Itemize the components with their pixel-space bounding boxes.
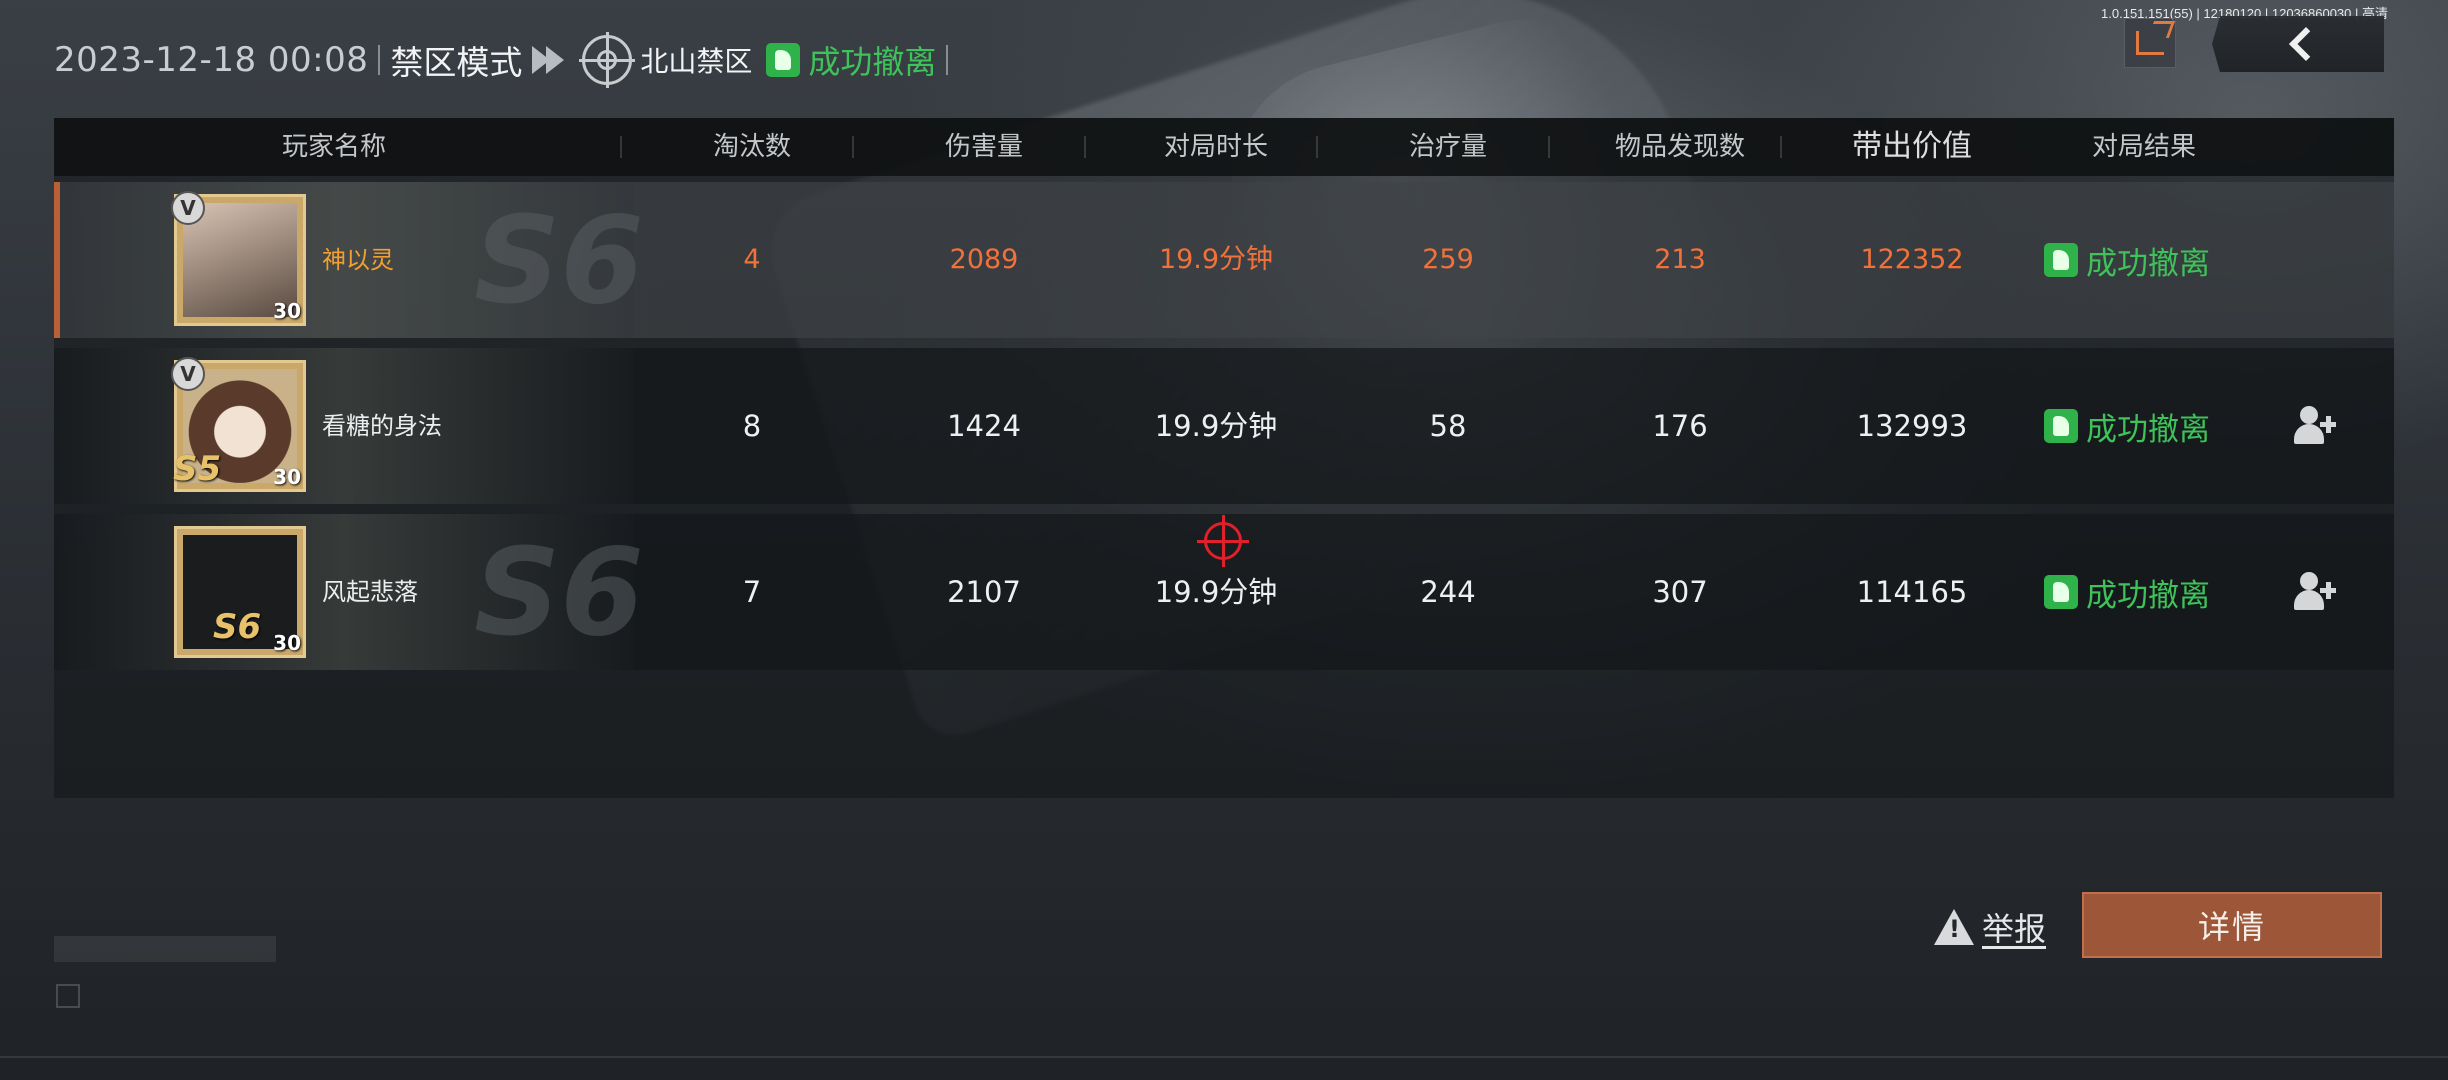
kills-value: 4 [743, 244, 761, 275]
share-icon [2136, 31, 2164, 55]
chevron-left-icon [2289, 27, 2323, 61]
map-name: 北山禁区 [640, 45, 753, 78]
items-value: 213 [1654, 244, 1706, 275]
table-header: 玩家名称 淘汰数 伤害量 对局时长 治疗量 物品发现数 带出价值 对局结果 [54, 118, 2394, 176]
avatar[interactable]: V S5 30 [171, 357, 306, 492]
bottom-divider [0, 1056, 2448, 1058]
result-badge: 成功撤离 [2044, 348, 2210, 504]
damage-value: 2089 [949, 244, 1019, 275]
result-label: 成功撤离 [2086, 411, 2210, 448]
col-player-name: 玩家名称 [281, 132, 386, 162]
col-duration: 对局时长 [1163, 132, 1268, 162]
kills-value: 7 [742, 575, 762, 609]
duration-value: 19.9分钟 [1154, 409, 1278, 443]
items-value: 176 [1652, 409, 1708, 443]
col-healing: 治疗量 [1408, 132, 1487, 162]
crosshair-map-icon [579, 32, 636, 88]
col-match-result: 对局结果 [2091, 132, 2196, 162]
header-divider [946, 45, 949, 75]
extract-success-icon [766, 43, 801, 77]
detail-button[interactable]: 详情 [2082, 892, 2382, 958]
col-damage: 伤害量 [944, 132, 1023, 162]
extract-value: 132993 [1856, 409, 1968, 443]
match-datetime: 2023-12-18 00:08 [54, 40, 369, 80]
extract-success-icon [2044, 243, 2078, 277]
kills-value: 8 [742, 409, 762, 443]
extract-success-icon [2044, 575, 2078, 609]
avatar[interactable]: S6 30 [174, 526, 306, 658]
crosshair-cursor-icon [1197, 515, 1249, 567]
header-divider [1084, 136, 1086, 158]
header-divider [1780, 136, 1782, 158]
damage-value: 2107 [947, 575, 1021, 609]
result-badge: 成功撤离 [2044, 514, 2210, 670]
match-header: 2023-12-18 00:08 禁区模式 北山禁区 成功撤离 [54, 32, 958, 88]
add-friend-icon[interactable] [2294, 406, 2338, 446]
report-button[interactable]: 举报 [1934, 904, 2046, 950]
duration-value: 19.9分钟 [1158, 244, 1274, 275]
damage-value: 1424 [947, 409, 1021, 443]
player-name: 看糖的身法 [322, 412, 442, 440]
warning-icon [1934, 909, 1974, 945]
avatar[interactable]: V 30 [171, 191, 306, 326]
healing-value: 244 [1420, 575, 1476, 609]
report-label: 举报 [1982, 910, 2047, 948]
table-row[interactable]: V S5 30 看糖的身法 8 1424 19.9分钟 58 176 13299… [54, 348, 2394, 504]
header-divider [620, 136, 622, 158]
match-result: 成功撤离 [808, 43, 937, 81]
vip-badge-icon: V [171, 191, 205, 225]
scoreboard-table: 玩家名称 淘汰数 伤害量 对局时长 治疗量 物品发现数 带出价值 对局结果 S6… [54, 118, 2394, 798]
add-friend-icon[interactable] [2294, 572, 2338, 612]
back-button[interactable] [2212, 16, 2384, 72]
header-divider [1548, 136, 1550, 158]
player-name: 神以灵 [322, 246, 394, 274]
vip-badge-icon: V [171, 357, 205, 391]
player-name: 风起悲落 [322, 578, 418, 606]
result-badge: 成功撤离 [2044, 182, 2210, 338]
game-mode: 禁区模式 [390, 43, 523, 82]
share-button[interactable] [2124, 18, 2176, 68]
player-level: 30 [273, 299, 301, 323]
extract-value: 114165 [1856, 575, 1968, 609]
col-extract-value: 带出价值 [1852, 129, 1972, 164]
player-level: 30 [273, 631, 301, 655]
result-label: 成功撤离 [2086, 577, 2210, 614]
header-divider [852, 136, 854, 158]
col-items-found: 物品发现数 [1614, 132, 1745, 162]
decorative-square [56, 984, 80, 1008]
header-divider [1316, 136, 1318, 158]
player-level: 30 [273, 465, 301, 489]
double-chevron-icon [532, 46, 565, 74]
season-badge: S6 [213, 607, 262, 647]
items-value: 307 [1652, 575, 1708, 609]
healing-value: 58 [1429, 409, 1467, 443]
col-kills: 淘汰数 [712, 132, 791, 162]
extract-value: 122352 [1860, 244, 1964, 275]
decorative-bar [54, 936, 276, 962]
table-row-self[interactable]: S6 V 30 神以灵 4 2089 19.9分钟 259 213 122352… [54, 182, 2394, 338]
header-divider [378, 45, 381, 75]
healing-value: 259 [1422, 244, 1474, 275]
extract-success-icon [2044, 409, 2078, 443]
season-badge: S5 [173, 449, 222, 489]
result-label: 成功撤离 [2086, 245, 2210, 282]
